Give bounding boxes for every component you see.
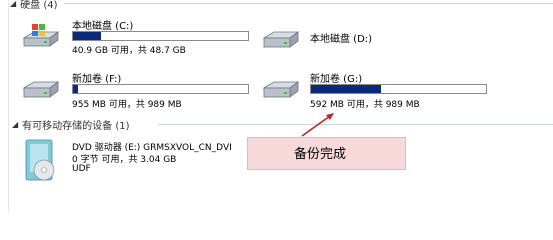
dvd-drive-icon (25, 139, 55, 181)
removable-group-header[interactable]: ◢ 有可移动存储的设备 (1) (12, 118, 130, 132)
system-drive-icon (22, 24, 60, 47)
dvd-filesystem: UDF (72, 164, 91, 174)
hard-drive-icon (262, 81, 300, 98)
removable-group-title: 有可移动存储的设备 (1) (22, 120, 130, 132)
drive-f-usage-bar (72, 84, 249, 94)
group-separator (64, 3, 553, 4)
drive-c-usage-bar (72, 31, 249, 41)
drive-d-name: 本地磁盘 (D:) (310, 34, 373, 45)
drive-f-name: 新加卷 (F:) (72, 74, 122, 85)
drive-f-item[interactable]: 新加卷 (F:) 955 MB 可用，共 989 MB (22, 70, 262, 110)
collapse-arrow-icon[interactable]: ◢ (10, 0, 16, 8)
annotation-arrow-icon (301, 113, 334, 137)
drive-c-item[interactable]: 本地磁盘 (C:) 40.9 GB 可用，共 48.7 GB (22, 18, 262, 58)
drive-g-usage-fill (311, 85, 381, 93)
group-separator (158, 124, 553, 125)
hard-drive-icon (262, 31, 300, 48)
drive-g-item[interactable]: 新加卷 (G:) 592 MB 可用，共 989 MB (262, 70, 502, 110)
hard-disk-group-header[interactable]: ◢ 硬盘 (4) (10, 0, 58, 11)
drive-f-info: 955 MB 可用，共 989 MB (72, 100, 182, 110)
drive-c-info: 40.9 GB 可用，共 48.7 GB (72, 46, 186, 56)
drive-d-item[interactable]: 本地磁盘 (D:) (262, 28, 502, 58)
dvd-drive-item[interactable]: DVD 驱动器 (E:) GRMSXVOL_CN_DVI 0 字节 可用，共 3… (22, 138, 252, 186)
collapse-arrow-icon[interactable]: ◢ (12, 120, 18, 129)
drive-g-name: 新加卷 (G:) (310, 74, 363, 85)
drive-g-usage-bar (310, 84, 487, 94)
hard-drive-icon (22, 81, 60, 98)
left-nav-edge (0, 0, 9, 212)
drive-c-name: 本地磁盘 (C:) (72, 21, 134, 32)
drive-c-usage-fill (73, 32, 101, 40)
annotation-text: 备份完成 (294, 147, 347, 162)
hard-disk-group-title: 硬盘 (4) (20, 0, 58, 11)
drive-f-usage-fill (73, 85, 79, 93)
